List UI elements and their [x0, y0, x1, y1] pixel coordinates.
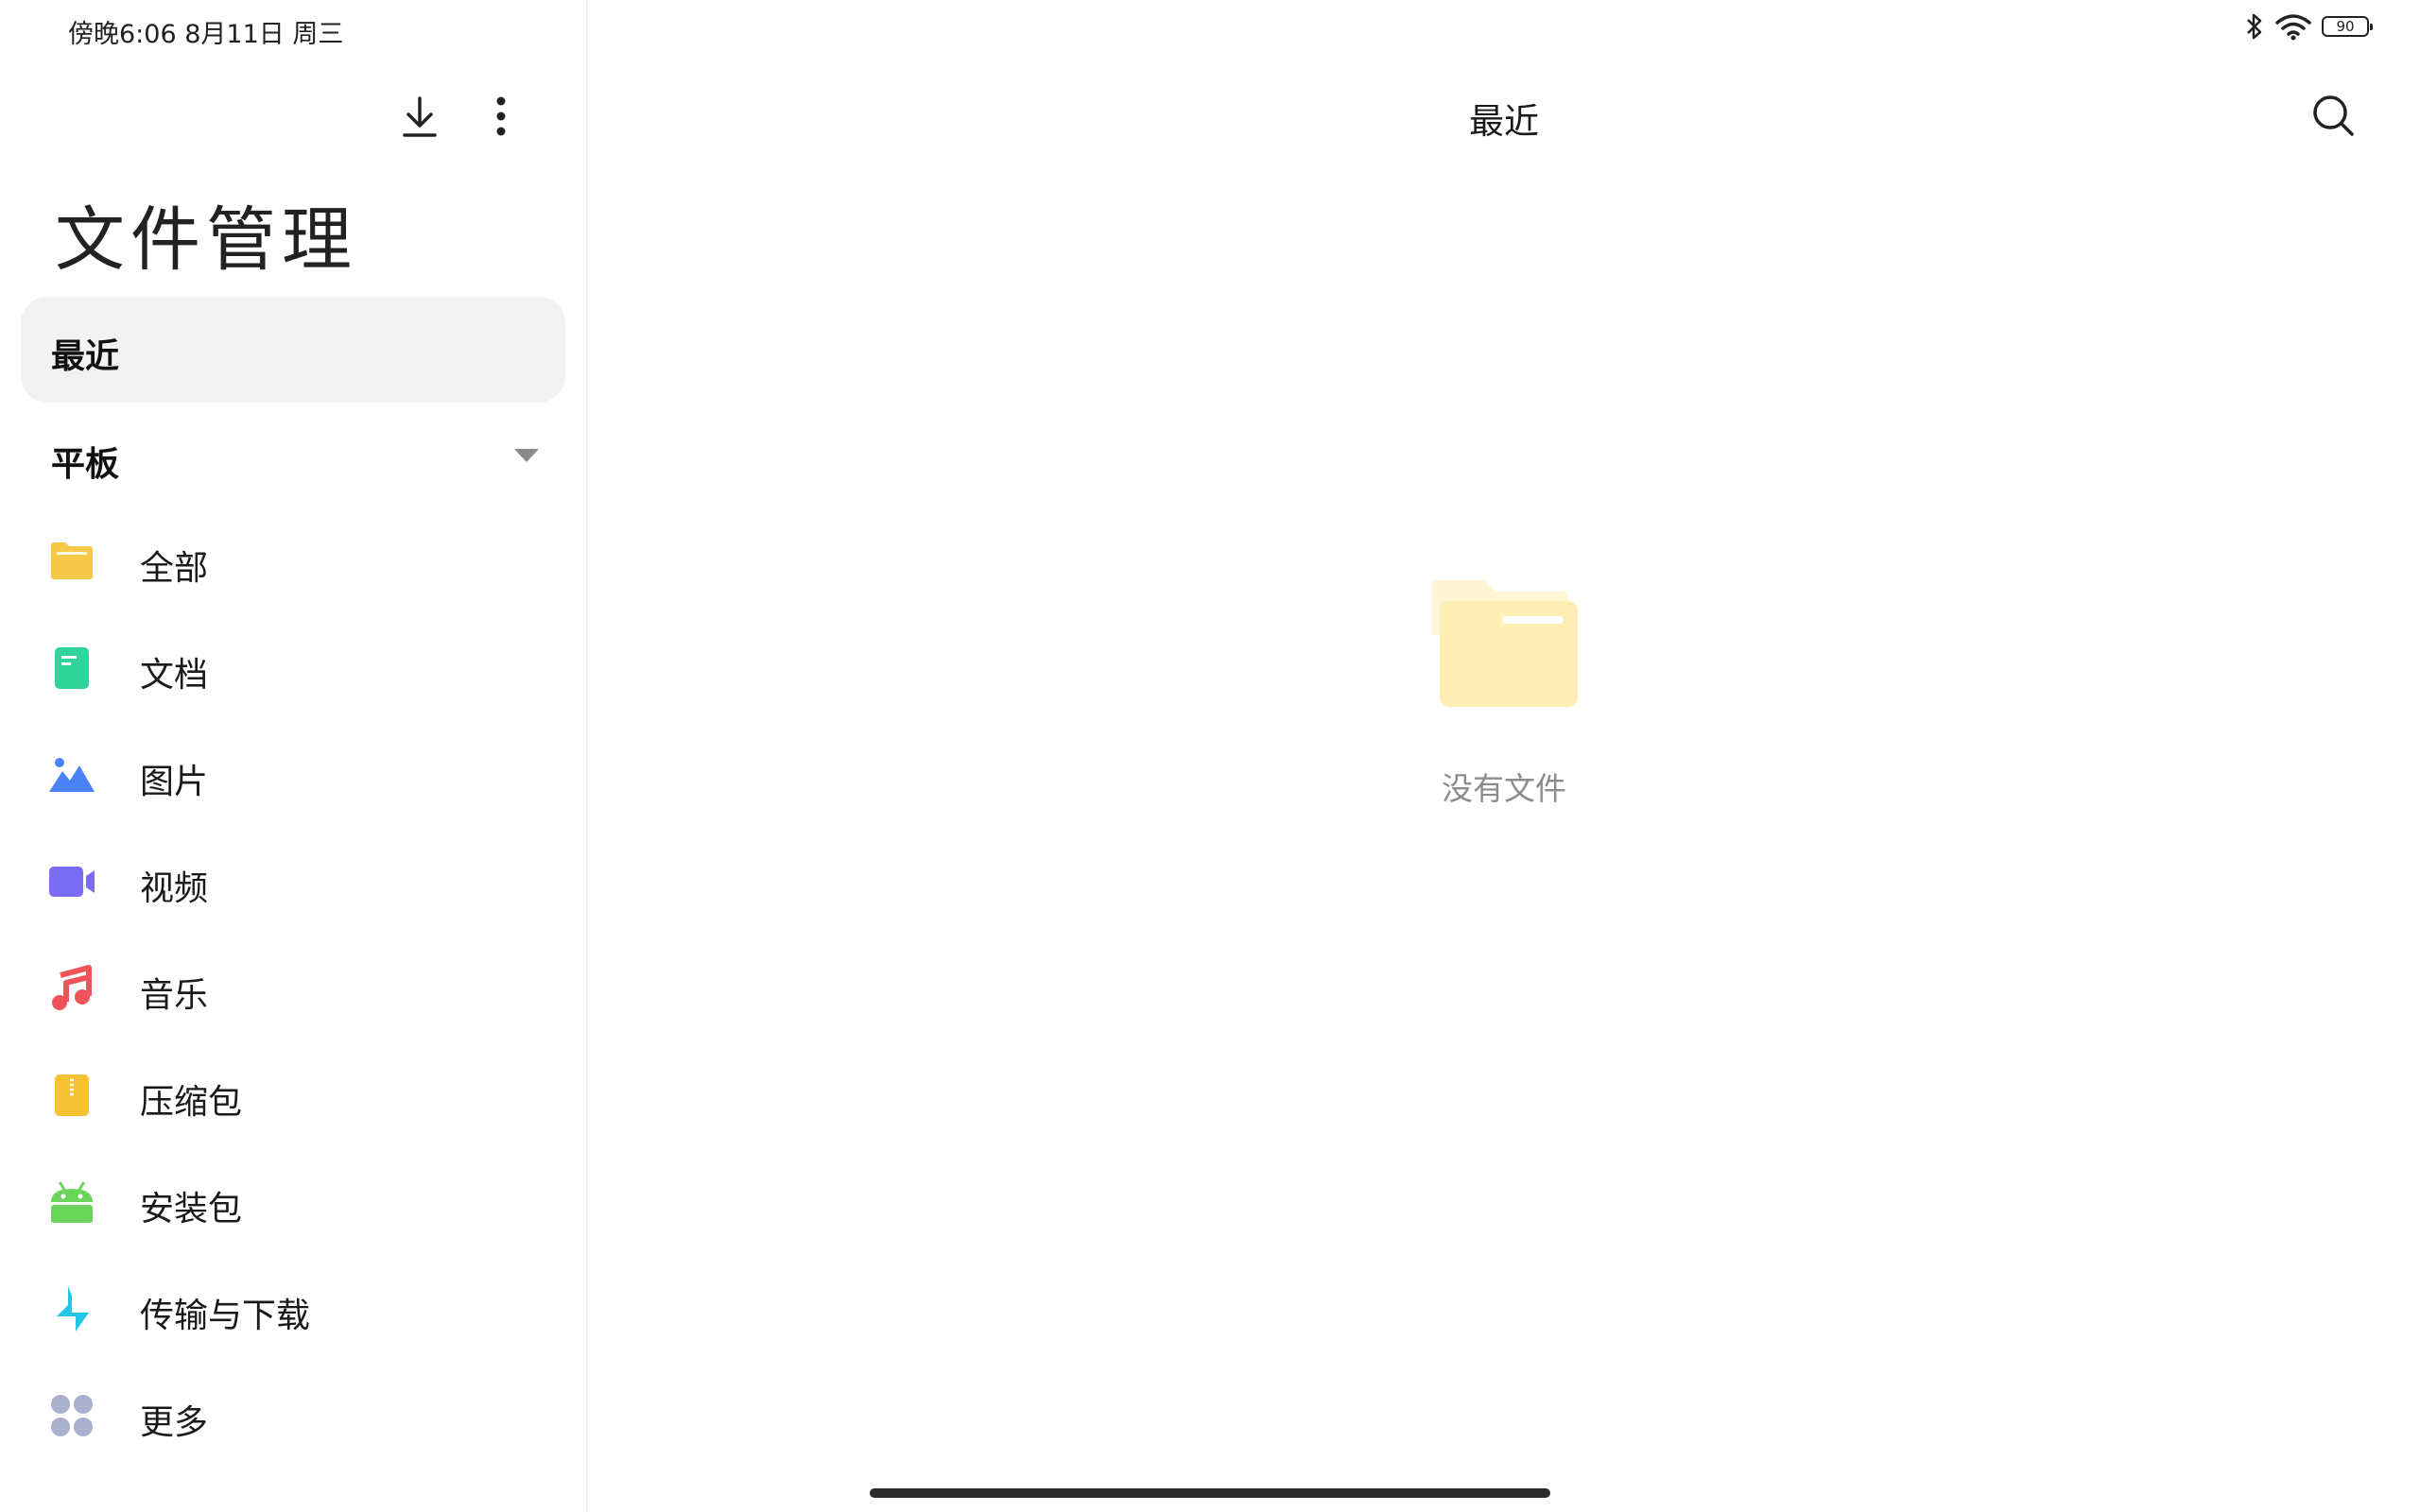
main-pane: 90 最近 没有文件: [588, 0, 2420, 1512]
sidebar-item-documents[interactable]: 文档: [21, 621, 565, 715]
sidebar-item-transfer[interactable]: 传输与下载: [21, 1262, 565, 1356]
sidebar-item-label: 视频: [140, 869, 209, 908]
music-icon: [52, 965, 92, 1010]
sidebar-item-label: 文档: [140, 656, 209, 695]
empty-state: 没有文件: [588, 578, 2420, 809]
status-time-date: 傍晚6:06 8月11日 周三: [68, 20, 344, 49]
sidebar-item-images[interactable]: 图片: [21, 728, 565, 822]
sidebar-item-label: 更多: [140, 1403, 209, 1442]
sidebar-item-label: 压缩包: [140, 1083, 243, 1122]
sidebar-item-label: 音乐: [140, 976, 209, 1015]
more-grid-icon: [51, 1395, 93, 1436]
android-icon: [51, 1181, 93, 1223]
bluetooth-icon: [2247, 13, 2262, 40]
download-icon: [403, 96, 437, 137]
more-options-button[interactable]: [475, 90, 527, 143]
download-button[interactable]: [393, 90, 446, 143]
sidebar-item-label: 全部: [140, 549, 209, 588]
wifi-icon: [2275, 14, 2311, 41]
sidebar-item-all[interactable]: 全部: [21, 514, 565, 609]
page-title: 最近: [1469, 101, 1539, 142]
home-indicator[interactable]: [870, 1488, 1550, 1498]
sidebar-item-more[interactable]: 更多: [21, 1368, 565, 1463]
sidebar-item-videos[interactable]: 视频: [21, 834, 565, 929]
battery-indicator: 90: [2322, 16, 2373, 37]
app-title: 文件管理: [55, 199, 357, 281]
vertical-dots-icon: [496, 96, 506, 136]
sidebar-item-recent[interactable]: 最近: [21, 297, 565, 403]
sidebar-item-music[interactable]: 音乐: [21, 941, 565, 1036]
status-icons: 90: [2244, 11, 2373, 42]
sidebar-item-apks[interactable]: 安装包: [21, 1155, 565, 1249]
sidebar-item-label: 传输与下载: [140, 1297, 311, 1335]
sidebar-item-archives[interactable]: 压缩包: [21, 1048, 565, 1143]
video-icon: [49, 867, 95, 897]
image-icon: [49, 758, 95, 792]
sidebar-item-label: 安装包: [140, 1190, 243, 1228]
folder-icon: [51, 542, 93, 579]
sidebar-item-label: 图片: [140, 763, 209, 801]
search-icon: [2313, 95, 2354, 136]
empty-folder-icon: [1432, 580, 1578, 707]
archive-icon: [55, 1074, 89, 1116]
transfer-icon: [57, 1286, 89, 1332]
section-header-tablet[interactable]: 平板: [21, 408, 565, 507]
section-label: 平板: [51, 445, 120, 484]
empty-state-text: 没有文件: [1442, 770, 1566, 807]
sidebar: 傍晚6:06 8月11日 周三 文件管理 最近 平板 全部 文档 图片 视频 音…: [0, 0, 588, 1512]
chevron-down-icon: [514, 449, 539, 462]
document-icon: [55, 647, 89, 689]
sidebar-item-label: 最近: [51, 337, 120, 376]
file-manager-screen: 傍晚6:06 8月11日 周三 文件管理 最近 平板 全部 文档 图片 视频 音…: [0, 0, 2420, 1512]
search-button[interactable]: [2307, 89, 2360, 142]
